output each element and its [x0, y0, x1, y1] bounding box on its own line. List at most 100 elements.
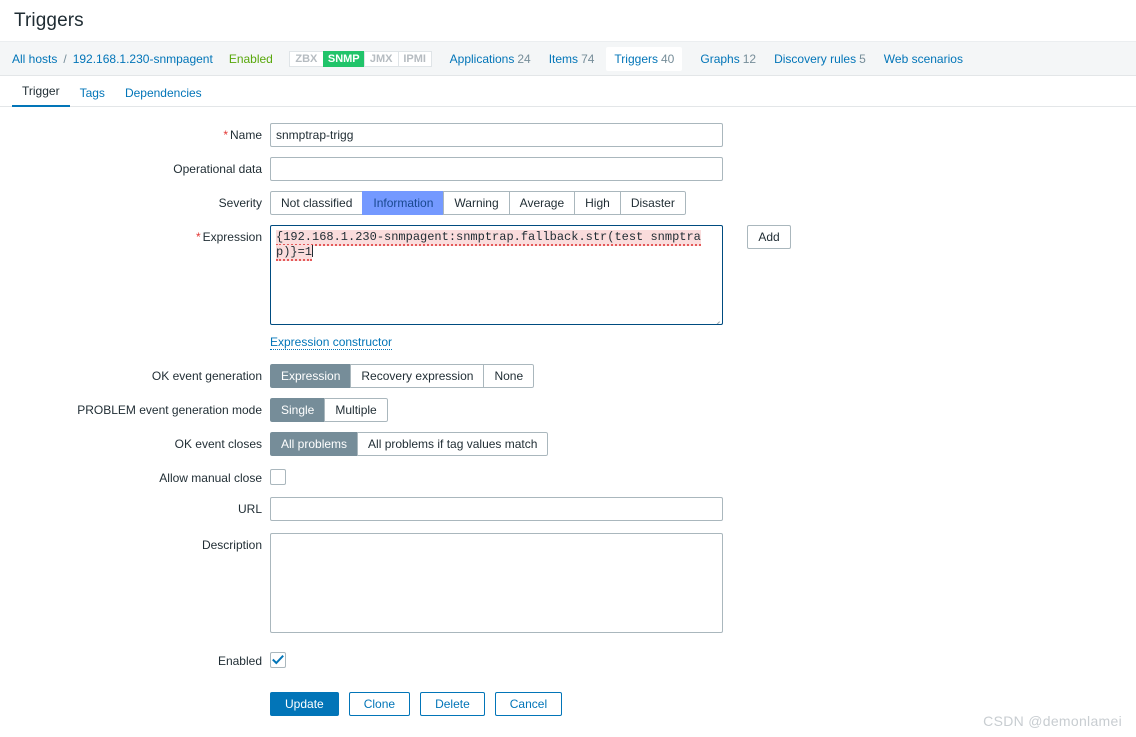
breadcrumb-host-name[interactable]: 192.168.1.230-snmpagent — [73, 52, 213, 66]
operational-data-input[interactable] — [270, 157, 723, 181]
ok-event-generation-radio-group: Expression Recovery expression None — [270, 364, 535, 388]
form-row-problem-event-generation-mode: PROBLEM event generation mode Single Mul… — [0, 398, 1136, 422]
label-description: Description — [201, 538, 262, 552]
nav-web-scenarios[interactable]: Web scenarios — [884, 52, 963, 66]
page-header: Triggers — [0, 0, 1136, 41]
severity-option-average[interactable]: Average — [508, 191, 575, 215]
tab-bar: Trigger Tags Dependencies — [0, 76, 1136, 107]
enabled-checkbox[interactable] — [270, 652, 286, 668]
name-input[interactable] — [270, 123, 723, 147]
action-buttons: Update Clone Delete Cancel — [270, 692, 563, 716]
required-marker-expression: * — [195, 230, 201, 244]
ok-event-closes-option-all-problems[interactable]: All problems — [270, 432, 358, 456]
breadcrumb-separator: / — [63, 51, 67, 66]
field-enabled — [270, 649, 286, 668]
expression-textarea[interactable]: {192.168.1.230-snmpagent:snmptrap.fallba… — [270, 225, 723, 325]
label-expression: * Expression — [195, 230, 262, 244]
severity-option-not-classified[interactable]: Not classified — [270, 191, 363, 215]
form-row-description: Description — [0, 533, 1136, 633]
host-status: Enabled — [228, 51, 273, 66]
ok-event-generation-option-expression[interactable]: Expression — [270, 364, 351, 388]
label-allow-manual-close: Allow manual close — [159, 471, 262, 485]
field-severity: Not classified Information Warning Avera… — [270, 191, 686, 215]
expression-textarea-wrapper: {192.168.1.230-snmpagent:snmptrap.fallba… — [270, 225, 723, 325]
clone-button[interactable]: Clone — [348, 692, 411, 716]
form-row-name: * Name — [0, 123, 1136, 147]
form-row-allow-manual-close: Allow manual close — [0, 466, 1136, 485]
severity-option-warning[interactable]: Warning — [443, 191, 509, 215]
cancel-button[interactable]: Cancel — [494, 692, 563, 716]
watermark: CSDN @demonlamei — [983, 713, 1122, 729]
problem-event-generation-mode-radio-group: Single Multiple — [270, 398, 388, 422]
update-button[interactable]: Update — [270, 692, 339, 716]
field-description — [270, 533, 723, 633]
field-operational-data — [270, 157, 723, 181]
form-row-ok-event-generation: OK event generation Expression Recovery … — [0, 364, 1136, 388]
field-url — [270, 497, 723, 521]
add-expression-button[interactable]: Add — [747, 225, 791, 249]
label-spacer-constructor — [0, 335, 270, 350]
expression-text: {192.168.1.230-snmpagent:snmptrap.fallba… — [276, 230, 701, 261]
delete-button[interactable]: Delete — [420, 692, 485, 716]
label-problem-event-generation-mode: PROBLEM event generation mode — [77, 403, 262, 417]
url-input[interactable] — [270, 497, 723, 521]
form-row-expression: * Expression {192.168.1.230-snmpagent:snm… — [0, 225, 1136, 325]
nav-triggers-count: 40 — [661, 51, 675, 66]
nav-items[interactable]: Items 74 — [549, 52, 595, 66]
form-row-operational-data: Operational data — [0, 157, 1136, 181]
field-name — [270, 123, 723, 147]
form-row-url: URL — [0, 497, 1136, 521]
problem-event-mode-option-single[interactable]: Single — [270, 398, 325, 422]
label-ok-event-closes: OK event closes — [174, 437, 262, 451]
nav-applications[interactable]: Applications 24 — [450, 52, 531, 66]
expression-constructor-link[interactable]: Expression constructor — [270, 335, 393, 350]
nav-web-scenarios-label: Web scenarios — [883, 51, 963, 66]
trigger-form: *Name Operational data Severity Not clas… — [0, 107, 1136, 716]
form-row-enabled: Enabled — [0, 649, 1136, 668]
severity-option-disaster[interactable]: Disaster — [619, 191, 686, 215]
ok-event-generation-option-recovery-expression[interactable]: Recovery expression — [350, 364, 484, 388]
nav-discovery-rules-label: Discovery rules — [774, 51, 857, 66]
field-expression: {192.168.1.230-snmpagent:snmptrap.fallba… — [270, 225, 791, 325]
tab-tags[interactable]: Tags — [70, 80, 115, 107]
resize-handle-icon[interactable] — [711, 313, 722, 324]
form-row-ok-event-closes: OK event closes All problems All problem… — [0, 432, 1136, 456]
label-enabled: Enabled — [217, 654, 262, 668]
problem-event-mode-option-multiple[interactable]: Multiple — [324, 398, 388, 422]
availability-zbx: ZBX — [288, 50, 323, 67]
nav-triggers[interactable]: Triggers 40 — [606, 46, 683, 71]
severity-option-information[interactable]: Information — [362, 191, 444, 215]
tab-dependencies[interactable]: Dependencies — [115, 80, 212, 107]
nav-triggers-label: Triggers — [614, 51, 658, 66]
check-icon — [272, 654, 284, 665]
severity-radio-group: Not classified Information Warning Avera… — [270, 191, 686, 215]
severity-option-high[interactable]: High — [574, 191, 620, 215]
label-operational-data: Operational data — [173, 162, 262, 176]
ok-event-generation-option-none[interactable]: None — [483, 364, 535, 388]
nav-items-count: 74 — [581, 51, 595, 66]
label-ok-event-generation: OK event generation — [151, 369, 262, 383]
form-row-severity: Severity Not classified Information Warn… — [0, 191, 1136, 215]
nav-applications-label: Applications — [449, 51, 515, 66]
availability-jmx: JMX — [363, 50, 398, 67]
allow-manual-close-checkbox[interactable] — [270, 469, 286, 485]
nav-graphs[interactable]: Graphs 12 — [700, 52, 756, 66]
nav-discovery-rules-count: 5 — [859, 51, 866, 66]
nav-discovery-rules[interactable]: Discovery rules 5 — [774, 52, 866, 66]
text-caret — [312, 245, 314, 257]
label-url: URL — [237, 502, 262, 516]
tab-trigger[interactable]: Trigger — [12, 78, 70, 107]
nav-applications-count: 24 — [517, 51, 531, 66]
nav-graphs-count: 12 — [742, 51, 757, 66]
form-row-actions: Update Clone Delete Cancel — [0, 678, 1136, 716]
breadcrumb-all-hosts[interactable]: All hosts — [12, 52, 57, 66]
label-name: * Name — [223, 128, 262, 142]
field-ok-event-closes: All problems All problems if tag values … — [270, 432, 549, 456]
ok-event-closes-option-tag-values-match[interactable]: All problems if tag values match — [357, 432, 549, 456]
form-row-expression-constructor: Expression constructor — [0, 335, 1136, 350]
availability-ipmi: IPMI — [397, 50, 432, 67]
nav-items-label: Items — [548, 51, 579, 66]
host-nav-bar: All hosts / 192.168.1.230-snmpagent Enab… — [0, 41, 1136, 76]
ok-event-closes-radio-group: All problems All problems if tag values … — [270, 432, 549, 456]
description-textarea[interactable] — [270, 533, 723, 633]
